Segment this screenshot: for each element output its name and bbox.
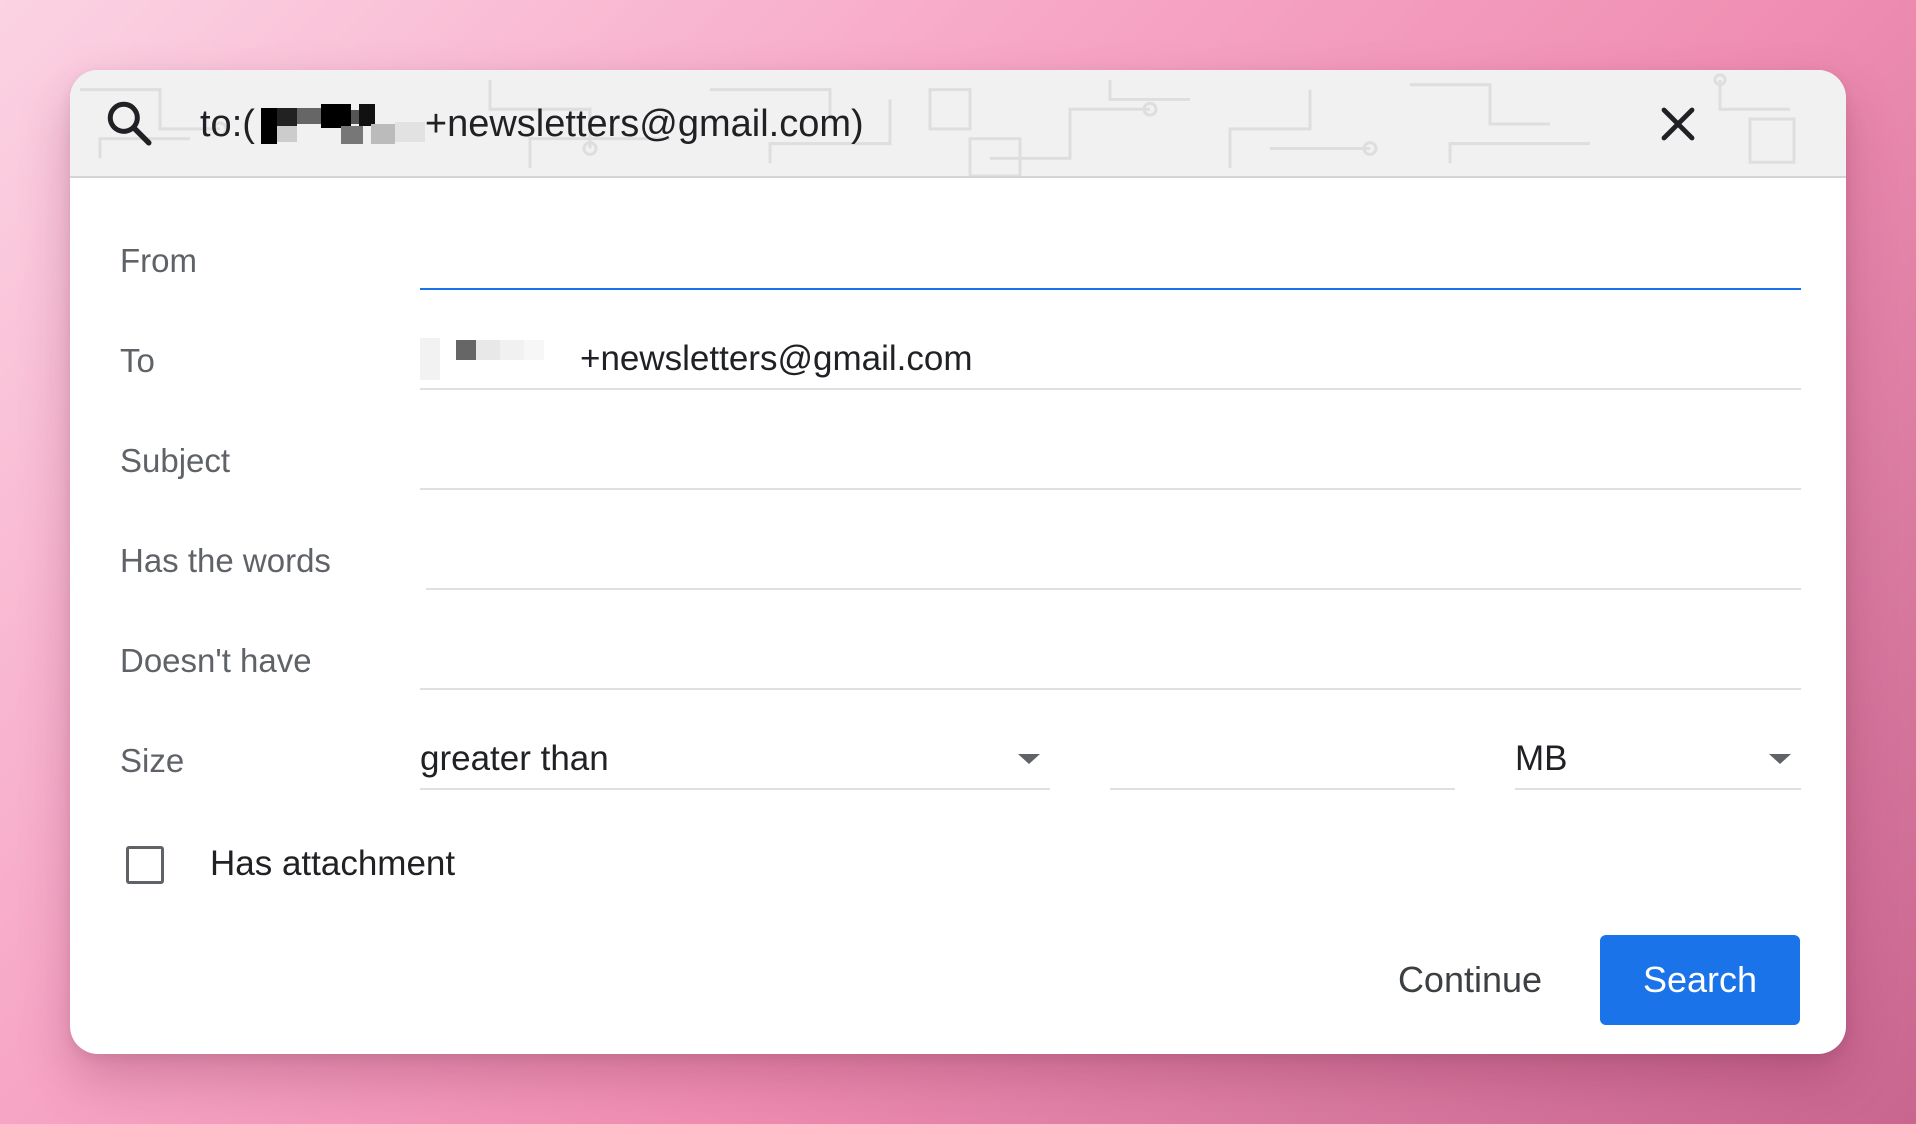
to-label: To (120, 342, 155, 379)
to-value: +newsletters@gmail.com (420, 338, 972, 380)
dropdown-arrow-icon (1769, 754, 1791, 764)
size-amount-input[interactable] (1110, 730, 1455, 786)
size-row: Size greater than MB (120, 730, 1801, 790)
query-prefix: to:( (200, 103, 255, 145)
has-attachment-checkbox[interactable] (126, 846, 164, 884)
size-unit-select[interactable]: MB (1515, 730, 1801, 790)
redacted-email-local-part (420, 338, 560, 380)
subject-input[interactable] (420, 430, 1801, 486)
doesnt-have-input[interactable] (420, 630, 1801, 686)
doesnt-have-row: Doesn't have (120, 630, 1801, 690)
size-unit-value: MB (1515, 739, 1568, 778)
has-words-label: Has the words (120, 542, 331, 579)
subject-field[interactable] (420, 430, 1801, 490)
to-row: To +newsletters@gmail.com (120, 330, 1801, 390)
doesnt-have-label: Doesn't have (120, 642, 312, 679)
has-words-field[interactable] (426, 530, 1801, 590)
to-email-text: +newsletters@gmail.com (580, 339, 973, 378)
size-amount-field[interactable] (1110, 730, 1455, 790)
continue-button[interactable]: Continue (1370, 935, 1570, 1025)
from-field[interactable] (420, 230, 1801, 290)
from-label: From (120, 242, 197, 279)
close-icon[interactable] (1654, 100, 1702, 148)
search-query[interactable]: to:( +newsletters@gmail.com) (200, 96, 864, 152)
advanced-search-dialog: to:( +newsletters@gmail.com) From To +ne… (70, 70, 1846, 1054)
subject-label: Subject (120, 442, 231, 479)
search-icon[interactable] (104, 98, 154, 148)
size-label: Size (120, 742, 185, 779)
subject-row: Subject (120, 430, 1801, 490)
size-comparator-value: greater than (420, 739, 609, 778)
has-attachment-label[interactable]: Has attachment (210, 842, 455, 886)
search-bar[interactable]: to:( +newsletters@gmail.com) (70, 70, 1846, 178)
has-words-row: Has the words (120, 530, 1801, 590)
doesnt-have-field[interactable] (420, 630, 1801, 690)
from-row: From (120, 230, 1801, 290)
dropdown-arrow-icon (1018, 754, 1040, 764)
to-field[interactable]: +newsletters@gmail.com (420, 330, 1801, 390)
redacted-email-local-part (255, 104, 425, 144)
from-input[interactable] (420, 230, 1801, 286)
size-comparator-select[interactable]: greater than (420, 730, 1050, 790)
query-suffix: +newsletters@gmail.com) (424, 103, 864, 145)
has-words-input[interactable] (426, 530, 1801, 586)
search-button[interactable]: Search (1600, 935, 1800, 1025)
